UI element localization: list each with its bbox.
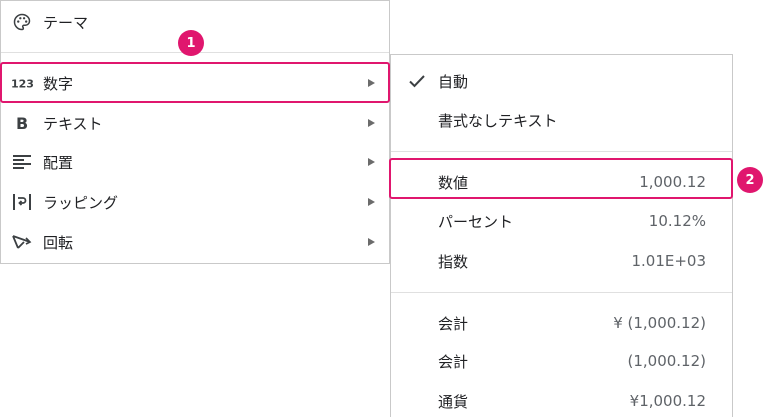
format-example: ¥1,000.12: [629, 392, 706, 410]
format-example: 1.01E+03: [631, 252, 706, 270]
submenu-item-scientific[interactable]: 指数 1.01E+03: [391, 242, 732, 280]
menu-item-number[interactable]: 123 数字: [1, 64, 389, 102]
step-badge-2: 2: [737, 167, 763, 193]
svg-text:B: B: [16, 115, 28, 131]
align-left-icon: [11, 151, 33, 173]
submenu-item-label: 自動: [438, 72, 469, 91]
step-badge-1: 1: [178, 30, 204, 56]
svg-text:123: 123: [11, 78, 33, 90]
menu-item-label: 回転: [43, 233, 74, 252]
menu-item-label: 数字: [43, 74, 74, 93]
menu-item-label: テーマ: [43, 13, 89, 32]
format-example: ¥ (1,000.12): [613, 314, 706, 332]
menu-item-label: テキスト: [43, 114, 103, 133]
submenu-item-accounting[interactable]: 会計 ¥ (1,000.12): [391, 304, 732, 342]
submenu-item-number[interactable]: 数値 1,000.12: [391, 163, 732, 201]
text-rotation-icon: [11, 231, 33, 253]
submenu-divider: [391, 151, 732, 152]
submenu-arrow-icon: [368, 198, 375, 206]
palette-icon: [11, 11, 33, 33]
format-example: (1,000.12): [627, 352, 706, 370]
menu-item-text[interactable]: B テキスト: [1, 104, 389, 142]
number-format-submenu: 自動 書式なしテキスト 数値 1,000.12 パーセント 10.12% 指数 …: [390, 54, 733, 417]
submenu-divider: [391, 292, 732, 293]
submenu-arrow-icon: [368, 119, 375, 127]
menu-item-label: 配置: [43, 153, 74, 172]
submenu-arrow-icon: [368, 238, 375, 246]
submenu-item-label: 会計: [438, 352, 469, 371]
submenu-item-percent[interactable]: パーセント 10.12%: [391, 202, 732, 240]
menu-item-label: ラッピング: [43, 193, 119, 212]
submenu-arrow-icon: [368, 158, 375, 166]
submenu-item-financial[interactable]: 会計 (1,000.12): [391, 342, 732, 380]
submenu-arrow-icon: [368, 79, 375, 87]
submenu-item-label: 指数: [438, 252, 469, 271]
submenu-item-label: 数値: [438, 173, 469, 192]
menu-item-rotation[interactable]: 回転: [1, 223, 389, 261]
submenu-item-label: 書式なしテキスト: [438, 111, 558, 130]
submenu-item-label: 通貨: [438, 392, 469, 411]
menu-item-wrapping[interactable]: ラッピング: [1, 183, 389, 221]
submenu-item-currency[interactable]: 通貨 ¥1,000.12: [391, 382, 732, 420]
format-example: 10.12%: [648, 212, 706, 230]
format-example: 1,000.12: [639, 173, 706, 191]
menu-item-alignment[interactable]: 配置: [1, 143, 389, 181]
submenu-item-label: 会計: [438, 314, 469, 333]
checkmark-icon: [409, 75, 425, 88]
number-format-123-icon: 123: [11, 72, 33, 94]
text-wrap-icon: [11, 191, 33, 213]
submenu-item-plain-text[interactable]: 書式なしテキスト: [391, 101, 732, 139]
submenu-item-automatic[interactable]: 自動: [391, 62, 732, 100]
bold-icon: B: [11, 112, 33, 134]
submenu-item-label: パーセント: [438, 212, 514, 231]
